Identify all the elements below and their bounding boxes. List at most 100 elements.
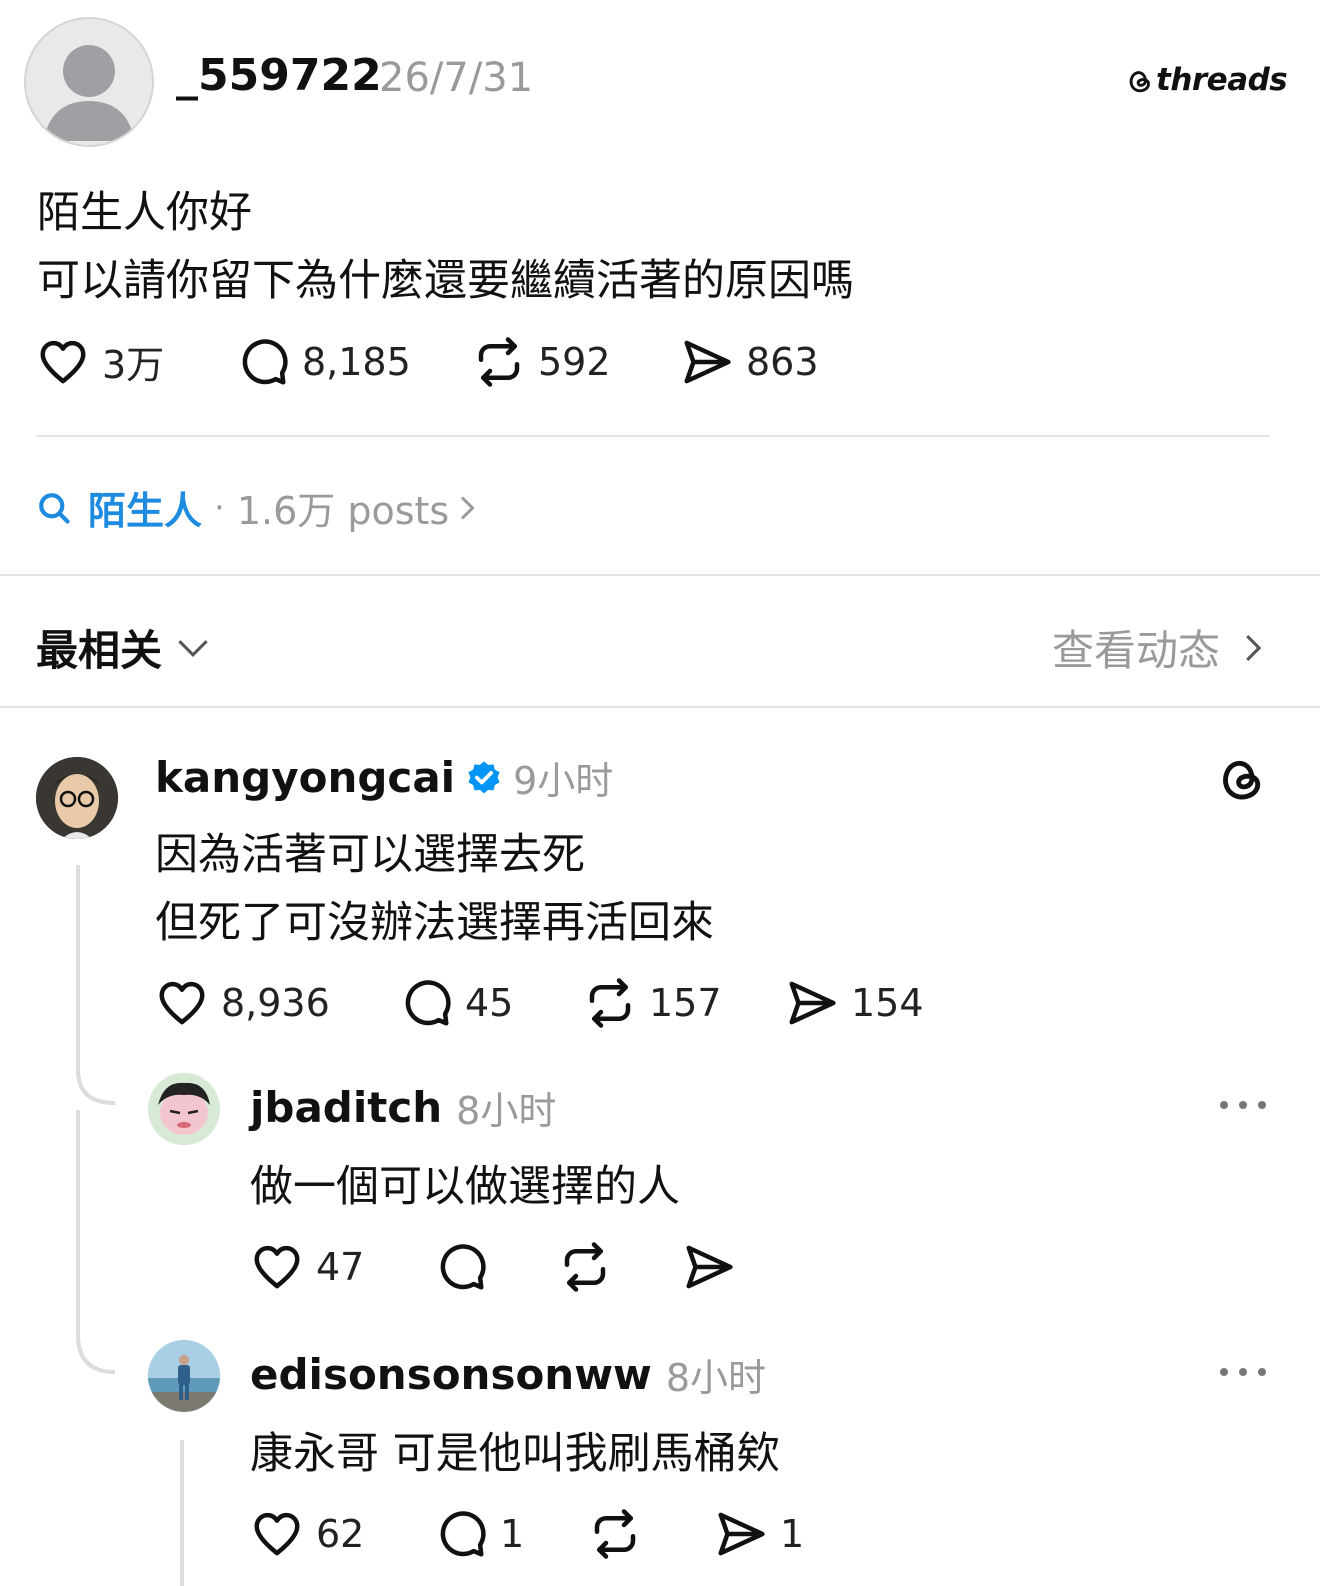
reply-actions: 62 1 1 <box>250 1507 804 1561</box>
search-icon <box>39 492 70 524</box>
repost-icon <box>589 978 631 1028</box>
repost-button[interactable] <box>588 1507 714 1561</box>
more-icon <box>1220 1368 1266 1376</box>
chevron-right-icon <box>461 495 475 520</box>
reply-avatar[interactable] <box>148 1073 220 1145</box>
reply-time: 8小时 <box>665 1356 766 1400</box>
repost-icon <box>594 1509 636 1559</box>
default-avatar-icon <box>44 45 134 141</box>
like-count: 62 <box>316 1512 365 1556</box>
cartoon-avatar-icon <box>148 1073 220 1145</box>
repost-icon <box>478 336 520 387</box>
reply-actions: 8,936 45 157 154 <box>155 976 924 1030</box>
reply-username[interactable]: jbaditch <box>250 1083 442 1132</box>
view-activity-label: 查看动态 <box>1052 626 1221 675</box>
like-count: 3万 <box>102 343 165 387</box>
repost-icon <box>564 1242 606 1292</box>
comment-icon <box>440 1244 486 1290</box>
like-button[interactable]: 8,936 <box>155 976 399 1030</box>
comment-button[interactable]: 8,185 <box>236 335 472 389</box>
reply-time: 8小时 <box>456 1089 557 1133</box>
threads-logo: threads <box>1126 62 1288 98</box>
reply-text-line-1: 因為活著可以選擇去死 <box>155 830 585 880</box>
heart-icon <box>159 981 205 1025</box>
reply-text: 做一個可以做選擇的人 <box>250 1162 680 1212</box>
like-count: 47 <box>316 1245 365 1289</box>
send-icon <box>789 981 836 1025</box>
reply-actions: 47 <box>250 1240 736 1294</box>
reply-username[interactable]: edisonsonsonww <box>250 1350 652 1399</box>
threads-wordmark: threads <box>1156 62 1288 98</box>
more-icon <box>1220 1101 1266 1109</box>
comment-count: 1 <box>500 1512 525 1556</box>
post-text-line-1: 陌生人你好 <box>37 188 252 238</box>
share-button[interactable]: 1 <box>714 1507 804 1561</box>
repost-count: 592 <box>538 339 611 384</box>
share-count: 154 <box>851 981 924 1025</box>
share-count: 1 <box>780 1512 805 1556</box>
comment-icon <box>440 1511 486 1557</box>
topic-link[interactable]: 陌生人 · 1.6万 posts <box>36 480 479 535</box>
share-button[interactable] <box>682 1240 736 1294</box>
like-button[interactable]: 62 <box>250 1507 434 1561</box>
topic-post-count: 1.6万 posts <box>236 489 450 533</box>
comment-button[interactable]: 45 <box>399 976 583 1030</box>
threads-icon[interactable] <box>1216 750 1268 808</box>
like-button[interactable]: 3万 <box>36 334 236 389</box>
sort-dropdown[interactable]: 最相关 <box>36 617 210 678</box>
reply-text-line-2: 但死了可沒辦法選擇再活回來 <box>155 898 714 948</box>
user-photo-icon <box>148 1340 220 1412</box>
comment-icon <box>242 338 288 384</box>
repost-button[interactable]: 157 <box>583 976 785 1030</box>
comment-button[interactable] <box>434 1240 558 1294</box>
thread-line <box>180 1440 184 1586</box>
post-text-line-2: 可以請你留下為什麼還要繼續活著的原因嗎 <box>37 256 854 306</box>
repost-button[interactable]: 592 <box>472 335 680 389</box>
more-options-button[interactable] <box>1218 1094 1268 1120</box>
like-button[interactable]: 47 <box>250 1240 434 1294</box>
section-divider <box>0 706 1320 708</box>
reply-username[interactable]: kangyongcai <box>155 753 455 802</box>
share-count: 863 <box>746 339 819 384</box>
heart-icon <box>254 1245 300 1289</box>
reply-time: 9小时 <box>513 759 614 803</box>
verified-badge-icon <box>468 760 500 793</box>
heart-icon <box>40 340 86 383</box>
repost-button[interactable] <box>558 1240 682 1294</box>
divider <box>36 435 1270 437</box>
comment-count: 45 <box>465 981 514 1025</box>
like-count: 8,936 <box>221 981 330 1025</box>
reply-header: jbaditch 8小时 <box>250 1080 556 1135</box>
send-icon <box>684 340 731 383</box>
sort-label: 最相关 <box>36 626 163 675</box>
threads-logo-icon <box>1223 760 1261 800</box>
share-button[interactable]: 863 <box>680 335 819 389</box>
post-date: 26/7/31 <box>379 55 534 101</box>
post-actions: 3万 8,185 592 863 <box>36 334 819 389</box>
send-icon <box>686 1245 733 1289</box>
user-photo-icon <box>36 757 118 839</box>
thread-line <box>76 1110 116 1374</box>
post-author-username[interactable]: _559722 <box>176 50 382 101</box>
reply-header: kangyongcai 9小时 <box>155 750 613 805</box>
send-icon <box>718 1512 765 1556</box>
view-activity-link[interactable]: 查看动态 <box>1052 617 1266 678</box>
section-divider <box>0 574 1320 576</box>
share-button[interactable]: 154 <box>785 976 924 1030</box>
reply-text: 康永哥 可是他叫我刷馬桶欸 <box>250 1429 780 1479</box>
chevron-down-icon <box>178 639 208 657</box>
threads-logo-icon <box>1129 71 1150 93</box>
topic-separator: · <box>214 487 225 528</box>
repost-count: 157 <box>649 981 722 1025</box>
more-options-button[interactable] <box>1218 1361 1268 1387</box>
thread-line <box>76 865 116 1105</box>
reply-avatar[interactable] <box>36 757 118 839</box>
comment-button[interactable]: 1 <box>434 1507 588 1561</box>
chevron-right-icon <box>1246 634 1262 661</box>
comment-count: 8,185 <box>302 339 411 384</box>
reply-avatar[interactable] <box>148 1340 220 1412</box>
reply-header: edisonsonsonww 8小时 <box>250 1347 766 1402</box>
topic-name: 陌生人 <box>88 489 203 533</box>
post-author-avatar[interactable] <box>24 17 154 147</box>
comment-icon <box>405 980 451 1026</box>
